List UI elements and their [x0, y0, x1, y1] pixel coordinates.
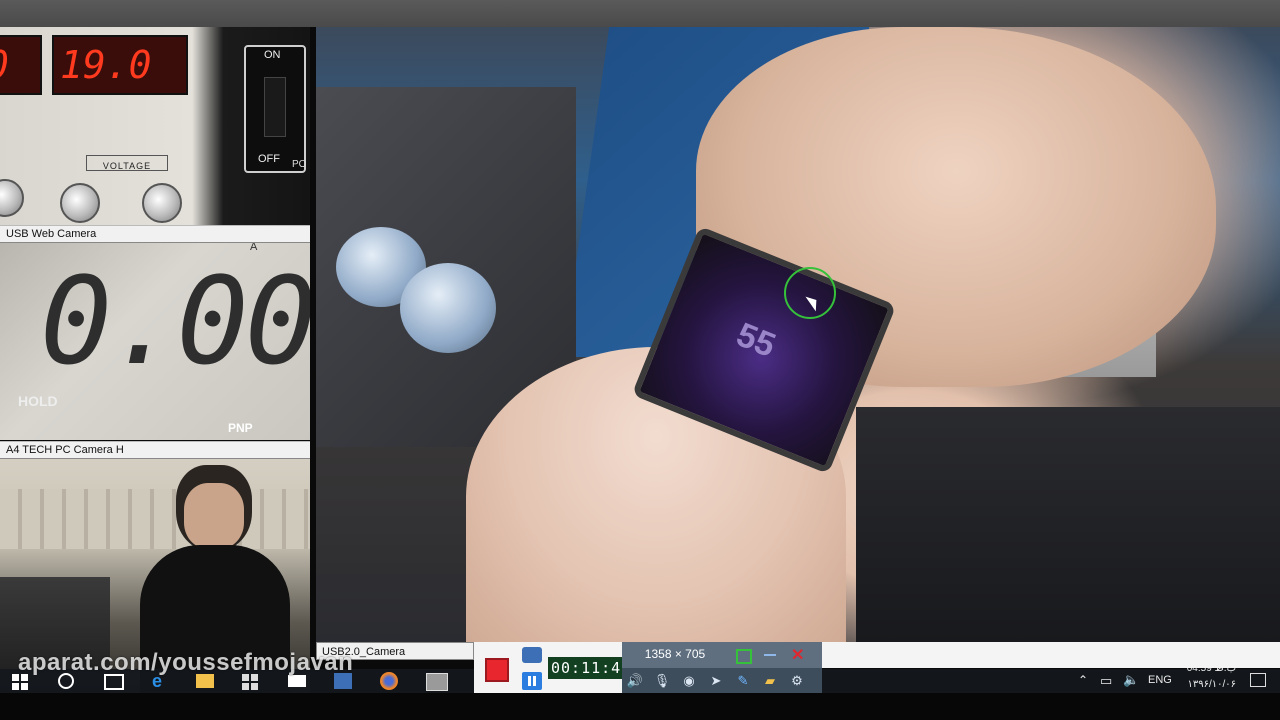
tool-wall [0, 489, 310, 549]
switch-off-label: OFF [258, 153, 280, 165]
pen-draw-icon[interactable]: ✎ [732, 670, 754, 692]
microphone-icon[interactable]: 🎙 [651, 670, 673, 692]
knob-voltage-coarse [60, 183, 100, 223]
bottom-letterbox [0, 693, 1280, 720]
meter-readout: 0.00 [40, 253, 310, 392]
power-switch: ON OFF [244, 45, 306, 173]
close-icon[interactable]: ✕ [791, 645, 804, 665]
switch-rocker [264, 77, 286, 137]
screenshot-camera-icon[interactable] [522, 647, 542, 663]
main-camera-view: 55 [316, 27, 1280, 642]
watch-display-text: 55 [731, 315, 781, 365]
recorder-app-icon[interactable] [426, 673, 448, 691]
webcam-label: USB Web Camera [0, 225, 310, 243]
minimize-icon[interactable] [764, 654, 776, 656]
knob-voltage-fine [142, 183, 182, 223]
meter-hold-label: HOLD [18, 393, 58, 409]
top-letterbox [0, 0, 1280, 27]
voltage-label: VOLTAGE [102, 161, 152, 171]
region-select-icon[interactable] [736, 649, 752, 664]
a4tech-camera-label: A4 TECH PC Camera H [0, 441, 310, 459]
pause-button[interactable] [522, 672, 542, 690]
coin-2 [400, 263, 496, 353]
meter-top-label: A [250, 243, 258, 253]
multimeter-camera: A 0.00 HOLD PNP [0, 243, 310, 440]
knob-left [0, 179, 24, 217]
technician-face [184, 483, 244, 549]
voltage-panel: VOLTAGE [86, 155, 168, 171]
recorder-toolbar: 00:11:45 1358 × 705 ✕ 🔊 🎙 ◉ ➤ ✎ ▰ ⚙ [474, 642, 1280, 693]
folder-icon[interactable]: ▰ [759, 670, 781, 692]
power-readout-right: 19.0 [52, 35, 188, 95]
recorder-right-strip [822, 642, 1280, 668]
switch-on-label: ON [264, 49, 281, 61]
power-readout-left: 0 [0, 35, 42, 95]
laptop-lid [856, 407, 1280, 642]
switch-po-label: PO [292, 159, 307, 170]
capture-resolution: 1358 × 705 [644, 647, 706, 661]
firefox-icon[interactable] [380, 672, 398, 690]
stop-record-button[interactable] [485, 658, 509, 682]
power-supply-camera: 0 19.0 VOLTAGE ON OFF PO [0, 27, 310, 225]
meter-pnp-label: PNP [228, 421, 253, 435]
webcam-icon[interactable]: ◉ [678, 670, 700, 692]
settings-gear-icon[interactable]: ⚙ [786, 670, 808, 692]
aparat-watermark: aparat.com/youssefmojavan [18, 649, 354, 676]
cursor-icon[interactable]: ➤ [705, 670, 727, 692]
speaker-icon[interactable]: 🔊 [624, 670, 646, 692]
